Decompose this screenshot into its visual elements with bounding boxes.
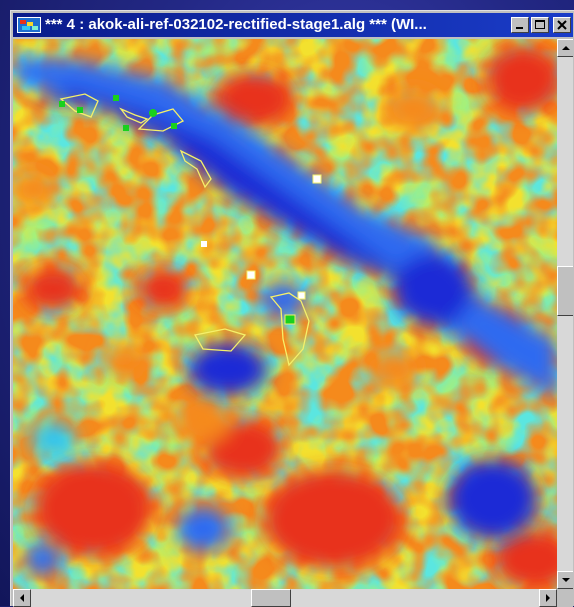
arrow-up-icon xyxy=(562,46,570,50)
close-button[interactable] xyxy=(553,17,571,33)
scroll-up-button[interactable] xyxy=(557,39,573,57)
scroll-down-button[interactable] xyxy=(557,571,573,589)
scroll-left-button[interactable] xyxy=(13,589,31,607)
green-marker[interactable] xyxy=(171,123,177,129)
image-viewport[interactable] xyxy=(13,39,573,607)
scroll-right-button[interactable] xyxy=(539,589,557,607)
close-icon xyxy=(557,20,567,30)
maximize-button[interactable] xyxy=(531,17,549,33)
horizontal-scrollbar[interactable] xyxy=(13,589,557,607)
white-marker[interactable] xyxy=(246,270,256,280)
green-marker[interactable] xyxy=(113,95,119,101)
minimize-button[interactable] xyxy=(511,17,529,33)
magnetic-anomaly-raster[interactable] xyxy=(13,39,557,589)
green-marker[interactable] xyxy=(77,107,83,113)
window-title: *** 4 : akok-ali-ref-032102-rectified-st… xyxy=(45,16,427,33)
arrow-left-icon xyxy=(20,594,24,602)
green-marker[interactable] xyxy=(284,314,296,325)
window-titlebar[interactable]: *** 4 : akok-ali-ref-032102-rectified-st… xyxy=(13,13,573,37)
arrow-right-icon xyxy=(546,594,550,602)
white-marker[interactable] xyxy=(201,241,207,247)
vertical-scroll-thumb[interactable] xyxy=(557,265,573,316)
green-marker[interactable] xyxy=(59,101,65,107)
white-marker[interactable] xyxy=(312,174,322,184)
green-marker[interactable] xyxy=(123,125,129,131)
minimize-icon xyxy=(516,27,523,29)
maximize-icon xyxy=(535,20,545,29)
scrollbar-corner xyxy=(557,589,573,607)
white-marker[interactable] xyxy=(297,291,306,300)
vertical-scrollbar[interactable] xyxy=(557,39,573,589)
horizontal-scroll-thumb[interactable] xyxy=(250,589,291,607)
raster-image-icon[interactable] xyxy=(17,17,41,33)
image-window: *** 4 : akok-ali-ref-032102-rectified-st… xyxy=(10,10,574,607)
green-marker[interactable] xyxy=(149,109,157,117)
arrow-down-icon xyxy=(562,578,570,582)
